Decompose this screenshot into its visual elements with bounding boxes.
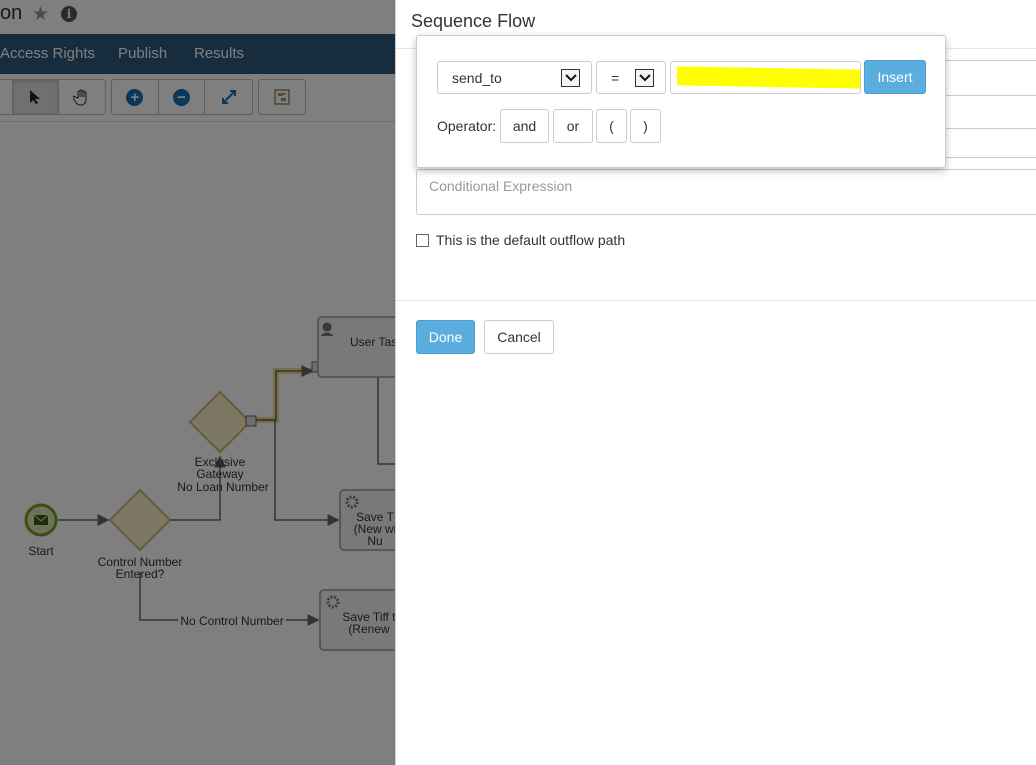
- insert-button[interactable]: Insert: [864, 60, 926, 94]
- divider: [396, 300, 1036, 301]
- field-select-value: send_to: [452, 70, 502, 86]
- operator-select-value: =: [611, 70, 620, 86]
- expression-builder-popover: send_to = Insert Operator: and or ( ): [416, 35, 946, 168]
- value-input[interactable]: [670, 61, 861, 94]
- operator-label: Operator:: [437, 118, 497, 134]
- operator-or-button[interactable]: or: [553, 109, 593, 143]
- default-path-checkbox[interactable]: [416, 233, 429, 247]
- done-button[interactable]: Done: [416, 320, 475, 354]
- open-paren-button[interactable]: (: [596, 109, 627, 143]
- chevron-down-icon[interactable]: [561, 69, 580, 87]
- cancel-button[interactable]: Cancel: [484, 320, 554, 354]
- close-paren-button[interactable]: ): [630, 109, 661, 143]
- operator-select[interactable]: =: [596, 61, 666, 94]
- default-path-row[interactable]: This is the default outflow path: [416, 232, 625, 248]
- redaction-highlight: [677, 66, 860, 89]
- field-select[interactable]: send_to: [437, 61, 592, 94]
- default-path-label: This is the default outflow path: [436, 232, 626, 248]
- panel-title: Sequence Flow: [411, 11, 536, 31]
- conditional-expression-input[interactable]: [416, 169, 1036, 215]
- operator-and-button[interactable]: and: [500, 109, 549, 143]
- chevron-down-icon[interactable]: [635, 69, 654, 87]
